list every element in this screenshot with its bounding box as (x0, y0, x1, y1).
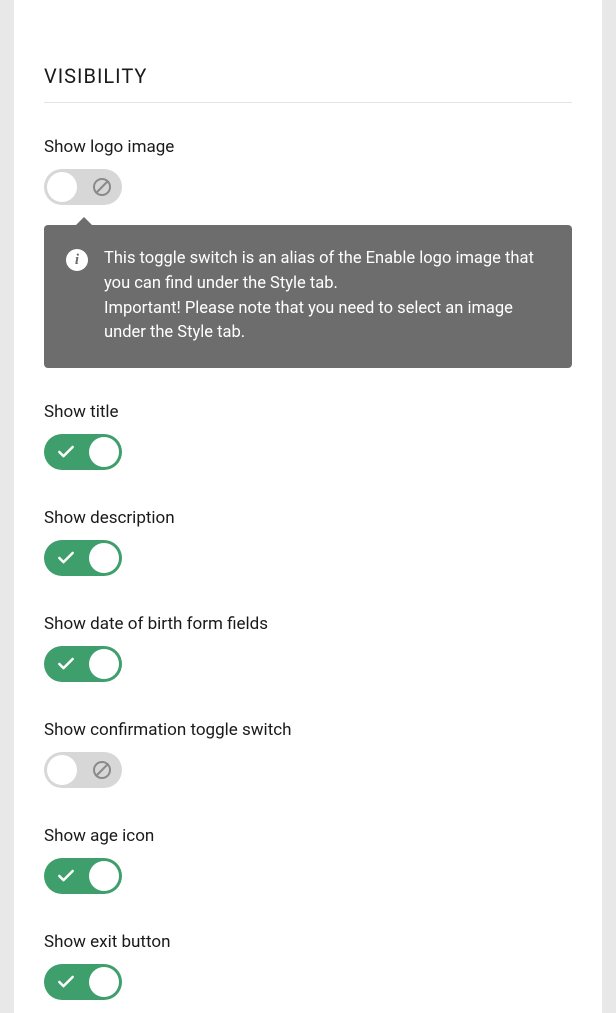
toggle-show-title[interactable] (44, 434, 122, 470)
label-show-logo: Show logo image (44, 137, 572, 157)
check-icon (56, 972, 76, 992)
toggle-knob (89, 649, 119, 679)
toggle-show-exit[interactable] (44, 964, 122, 1000)
field-show-title: Show title (44, 402, 572, 474)
field-show-age-icon: Show age icon (44, 826, 572, 898)
toggle-knob (89, 861, 119, 891)
toggle-show-description[interactable] (44, 540, 122, 576)
section-title-visibility: VISIBILITY (44, 0, 572, 103)
tooltip-body: i This toggle switch is an alias of the … (44, 225, 572, 368)
toggle-show-confirmation[interactable] (44, 752, 122, 788)
label-show-exit: Show exit button (44, 932, 572, 952)
label-show-title: Show title (44, 402, 572, 422)
field-show-dob: Show date of birth form fields (44, 614, 572, 686)
field-show-exit: Show exit button (44, 932, 572, 1004)
prohibit-icon (92, 177, 112, 197)
label-show-age-icon: Show age icon (44, 826, 572, 846)
info-icon: i (66, 249, 88, 271)
tooltip-arrow (76, 217, 92, 225)
prohibit-icon (92, 760, 112, 780)
check-icon (56, 654, 76, 674)
label-show-confirmation: Show confirmation toggle switch (44, 720, 572, 740)
toggle-knob (47, 172, 77, 202)
toggle-knob (89, 543, 119, 573)
tooltip-line2: Important! Please note that you need to … (104, 297, 546, 347)
settings-panel: VISIBILITY Show logo image i This toggle… (14, 0, 602, 1013)
tooltip-line1: This toggle switch is an alias of the En… (104, 247, 546, 297)
field-show-confirmation: Show confirmation toggle switch (44, 720, 572, 792)
toggle-knob (89, 437, 119, 467)
toggle-show-logo[interactable] (44, 169, 122, 205)
check-icon (56, 442, 76, 462)
check-icon (56, 548, 76, 568)
toggle-show-dob[interactable] (44, 646, 122, 682)
field-show-logo: Show logo image i This toggle switch is … (44, 137, 572, 368)
check-icon (56, 866, 76, 886)
label-show-dob: Show date of birth form fields (44, 614, 572, 634)
tooltip-show-logo: i This toggle switch is an alias of the … (44, 225, 572, 368)
toggle-show-age-icon[interactable] (44, 858, 122, 894)
toggle-knob (89, 967, 119, 997)
field-show-description: Show description (44, 508, 572, 580)
tooltip-text: This toggle switch is an alias of the En… (104, 247, 546, 346)
label-show-description: Show description (44, 508, 572, 528)
toggle-knob (47, 755, 77, 785)
